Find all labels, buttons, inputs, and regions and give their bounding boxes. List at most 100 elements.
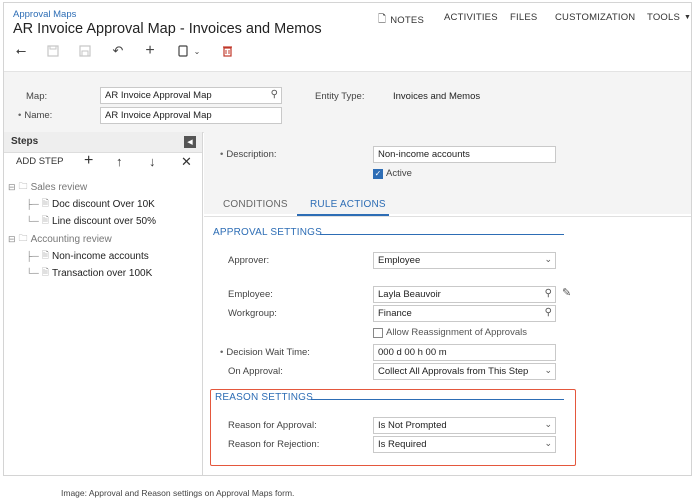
folder-icon: 🗀 <box>18 233 28 243</box>
workgroup-selector[interactable]: Finance ⚲ <box>373 305 556 322</box>
description-label: • Description: <box>220 149 277 160</box>
reason-rejection-select[interactable]: Is Required ⌄ <box>373 436 556 453</box>
cancel-icon[interactable]: ↶ <box>110 43 126 59</box>
wait-time-label: • Decision Wait Time: <box>220 347 310 358</box>
approver-select[interactable]: Employee ⌄ <box>373 252 556 269</box>
activities-button[interactable]: ACTIVITIES <box>444 12 498 23</box>
approval-maps-form: Approval Maps AR Invoice Approval Map - … <box>3 2 692 476</box>
notes-label: NOTES <box>390 15 424 26</box>
move-down-icon[interactable]: ↓ <box>149 154 156 169</box>
description-field[interactable]: Non-income accounts <box>373 146 556 163</box>
document-icon: 🗎 <box>41 250 50 260</box>
reason-approval-label: Reason for Approval: <box>228 420 317 431</box>
add-icon[interactable]: + <box>84 152 93 170</box>
tab-divider <box>204 216 691 217</box>
employee-label: Employee: <box>228 289 273 300</box>
approver-value: Employee <box>378 255 421 266</box>
tree-label: Accounting review <box>30 233 112 245</box>
document-icon: 🗎 <box>41 215 50 225</box>
tree-label: Transaction over 100K <box>52 267 153 279</box>
map-selector[interactable]: AR Invoice Approval Map ⚲ <box>100 87 282 104</box>
collapse-tree-icon[interactable]: ⊟ <box>8 182 16 193</box>
tree-item-doc-discount[interactable]: ├─ 🗎 Doc discount Over 10K <box>26 196 155 212</box>
tree-label: Line discount over 50% <box>52 215 156 227</box>
tree-branch: ├─ <box>26 199 39 209</box>
search-icon[interactable]: ⚲ <box>271 89 278 100</box>
workgroup-label: Workgroup: <box>228 308 277 319</box>
tree-label: Sales review <box>30 181 88 193</box>
allow-reassignment-checkbox[interactable]: Allow Reassignment of Approvals <box>373 327 527 338</box>
collapse-icon[interactable]: ◀ <box>184 136 196 148</box>
tab-rule-actions[interactable]: RULE ACTIONS <box>310 199 386 210</box>
reason-approval-select[interactable]: Is Not Prompted ⌄ <box>373 417 556 434</box>
rule-details-pane: • Description: Non-income accounts ✓ Acti… <box>204 132 691 475</box>
active-checkbox[interactable]: ✓ Active <box>373 168 412 179</box>
allow-reassignment-label: Allow Reassignment of Approvals <box>386 327 527 338</box>
map-value: AR Invoice Approval Map <box>105 90 212 101</box>
add-step-button[interactable]: ADD STEP <box>16 156 64 167</box>
image-caption: Image: Approval and Reason settings on A… <box>61 488 295 498</box>
reason-settings-title: REASON SETTINGS <box>215 392 314 403</box>
document-icon: 🗎 <box>41 267 50 277</box>
tree-item-line-discount[interactable]: └─ 🗎 Line discount over 50% <box>26 213 156 229</box>
on-approval-select[interactable]: Collect All Approvals from This Step ⌄ <box>373 363 556 380</box>
save-close-icon[interactable] <box>45 43 61 59</box>
search-icon[interactable]: ⚲ <box>545 288 552 299</box>
steps-header: Steps ◀ <box>4 132 202 153</box>
save-icon[interactable] <box>77 43 93 59</box>
folder-icon: 🗀 <box>18 181 28 191</box>
name-label: • Name: <box>18 110 53 121</box>
employee-selector[interactable]: Layla Beauvoir ⚲ <box>373 286 556 303</box>
notes-button[interactable]: 🗋 NOTES <box>378 12 424 29</box>
approval-settings-title: APPROVAL SETTINGS <box>213 227 322 238</box>
breadcrumb[interactable]: Approval Maps <box>13 9 76 20</box>
name-field[interactable]: AR Invoice Approval Map <box>100 107 282 124</box>
move-up-icon[interactable]: ↑ <box>116 154 123 169</box>
undo-icon[interactable]: ⭠ <box>13 43 29 59</box>
edit-pencil-icon[interactable]: ✎ <box>562 286 571 299</box>
notes-icon: 🗋 <box>378 14 387 25</box>
chevron-down-icon: ⌄ <box>544 419 552 429</box>
section-divider <box>311 399 564 400</box>
tree-label: Non-income accounts <box>52 250 149 262</box>
files-button[interactable]: FILES <box>510 12 537 23</box>
steps-title: Steps <box>11 136 39 147</box>
tree-item-transaction[interactable]: └─ 🗎 Transaction over 100K <box>26 265 152 281</box>
page-title: AR Invoice Approval Map - Invoices and M… <box>13 21 322 37</box>
tools-label: TOOLS <box>647 12 681 23</box>
wait-time-field[interactable]: 000 d 00 h 00 m <box>373 344 556 361</box>
reason-approval-value: Is Not Prompted <box>378 420 447 431</box>
on-approval-value: Collect All Approvals from This Step <box>378 366 529 377</box>
approver-label: Approver: <box>228 255 270 266</box>
delete-icon[interactable] <box>219 43 235 59</box>
search-icon[interactable]: ⚲ <box>545 307 552 318</box>
document-icon: 🗎 <box>41 198 50 208</box>
map-label: Map: <box>26 91 48 102</box>
employee-value: Layla Beauvoir <box>378 289 441 300</box>
chevron-down-icon: ⌄ <box>544 254 552 264</box>
workgroup-value: Finance <box>378 308 412 319</box>
customization-button[interactable]: CUSTOMIZATION <box>555 12 635 23</box>
tree-item-non-income[interactable]: ├─ 🗎 Non-income accounts <box>26 248 149 264</box>
tools-menu[interactable]: TOOLS ▼ <box>647 12 691 23</box>
remove-icon[interactable]: ✕ <box>181 154 192 170</box>
tree-group-accounting-review[interactable]: ⊟ 🗀 Accounting review <box>8 231 112 247</box>
checkmark-icon: ✓ <box>373 168 383 179</box>
steps-pane: Steps ◀ ADD STEP + ↑ ↓ ✕ ⊟ 🗀 Sales revie… <box>4 132 203 475</box>
tree-branch: └─ <box>26 268 39 278</box>
tree-group-sales-review[interactable]: ⊟ 🗀 Sales review <box>8 179 87 195</box>
chevron-down-icon: ⌄ <box>544 438 552 448</box>
reason-rejection-label: Reason for Rejection: <box>228 439 320 450</box>
chevron-down-icon: ⌄ <box>544 365 552 375</box>
add-icon[interactable]: + <box>142 42 158 59</box>
on-approval-label: On Approval: <box>228 366 283 377</box>
checkbox-box <box>373 327 383 338</box>
tree-branch: ├─ <box>26 251 39 261</box>
tree-branch: └─ <box>26 216 39 226</box>
copy-paste-icon[interactable]: ⌄ <box>174 43 204 59</box>
collapse-tree-icon[interactable]: ⊟ <box>8 234 16 245</box>
tab-conditions[interactable]: CONDITIONS <box>223 199 288 210</box>
section-divider <box>320 234 564 235</box>
tree-label: Doc discount Over 10K <box>52 198 155 210</box>
reason-rejection-value: Is Required <box>378 439 427 450</box>
